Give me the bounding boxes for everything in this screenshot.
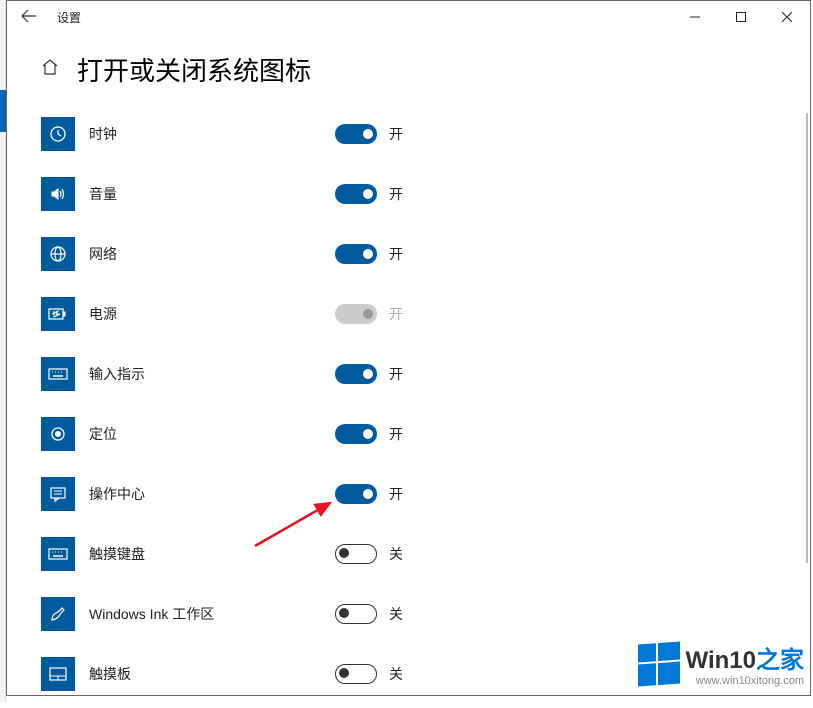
toggle-state-label: 开 [389, 304, 403, 324]
toggle-network[interactable] [335, 244, 377, 264]
ink-icon [41, 597, 75, 631]
close-button[interactable] [764, 1, 810, 33]
toggle-state-label: 关 [389, 664, 403, 684]
input-icon [41, 357, 75, 391]
action-center-icon [41, 477, 75, 511]
setting-row-network: 网络 开 [41, 224, 810, 284]
touch-keyboard-icon [41, 537, 75, 571]
setting-label: 网络 [89, 244, 335, 264]
setting-row-volume: 音量 开 [41, 164, 810, 224]
setting-row-input: 输入指示 开 [41, 344, 810, 404]
toggle-state-label: 开 [389, 424, 403, 444]
toggle-state-label: 开 [389, 244, 403, 264]
toggle-action-center[interactable] [335, 484, 377, 504]
page-title: 打开或关闭系统图标 [77, 51, 311, 88]
settings-list: 时钟开音量开网络开电源开输入指示开定位开操作中心开触摸键盘关Windows In… [7, 104, 810, 708]
setting-label: 触摸板 [89, 664, 335, 684]
toggle-ink[interactable] [335, 604, 377, 624]
window-title: 设置 [57, 9, 81, 26]
back-button[interactable] [21, 9, 37, 26]
setting-label: Windows Ink 工作区 [89, 604, 335, 624]
home-icon[interactable] [41, 58, 59, 81]
toggle-touch-keyboard[interactable] [335, 544, 377, 564]
scrollbar[interactable] [806, 113, 808, 563]
toggle-volume[interactable] [335, 184, 377, 204]
power-icon [41, 297, 75, 331]
setting-label: 定位 [89, 424, 335, 444]
touchpad-icon [41, 657, 75, 691]
setting-label: 电源 [89, 304, 335, 324]
network-icon [41, 237, 75, 271]
setting-row-action-center: 操作中心 开 [41, 464, 810, 524]
setting-label: 时钟 [89, 124, 335, 144]
setting-row-clock: 时钟 开 [41, 104, 810, 164]
setting-label: 输入指示 [89, 364, 335, 384]
toggle-touchpad[interactable] [335, 664, 377, 684]
setting-row-power: 电源 开 [41, 284, 810, 344]
setting-label: 操作中心 [89, 484, 335, 504]
settings-window: 设置 打开或关闭系统图标 时钟开音量开网络开电源开输入指示开定位开操作中心开触摸… [6, 0, 811, 696]
setting-row-touch-keyboard: 触摸键盘 关 [41, 524, 810, 584]
toggle-clock[interactable] [335, 124, 377, 144]
maximize-button[interactable] [718, 1, 764, 33]
setting-row-ink: Windows Ink 工作区 关 [41, 584, 810, 644]
toggle-state-label: 开 [389, 364, 403, 384]
setting-label: 触摸键盘 [89, 544, 335, 564]
toggle-state-label: 关 [389, 604, 403, 624]
toggle-state-label: 开 [389, 484, 403, 504]
toggle-state-label: 开 [389, 124, 403, 144]
clock-icon [41, 117, 75, 151]
titlebar: 设置 [7, 1, 810, 33]
setting-label: 音量 [89, 184, 335, 204]
location-icon [41, 417, 75, 451]
page-header: 打开或关闭系统图标 [7, 33, 810, 104]
setting-row-touchpad: 触摸板 关 [41, 644, 810, 704]
minimize-button[interactable] [672, 1, 718, 33]
toggle-location[interactable] [335, 424, 377, 444]
volume-icon [41, 177, 75, 211]
toggle-state-label: 关 [389, 544, 403, 564]
window-controls [672, 1, 810, 33]
toggle-input[interactable] [335, 364, 377, 384]
toggle-power [335, 304, 377, 324]
setting-row-location: 定位 开 [41, 404, 810, 464]
toggle-state-label: 开 [389, 184, 403, 204]
